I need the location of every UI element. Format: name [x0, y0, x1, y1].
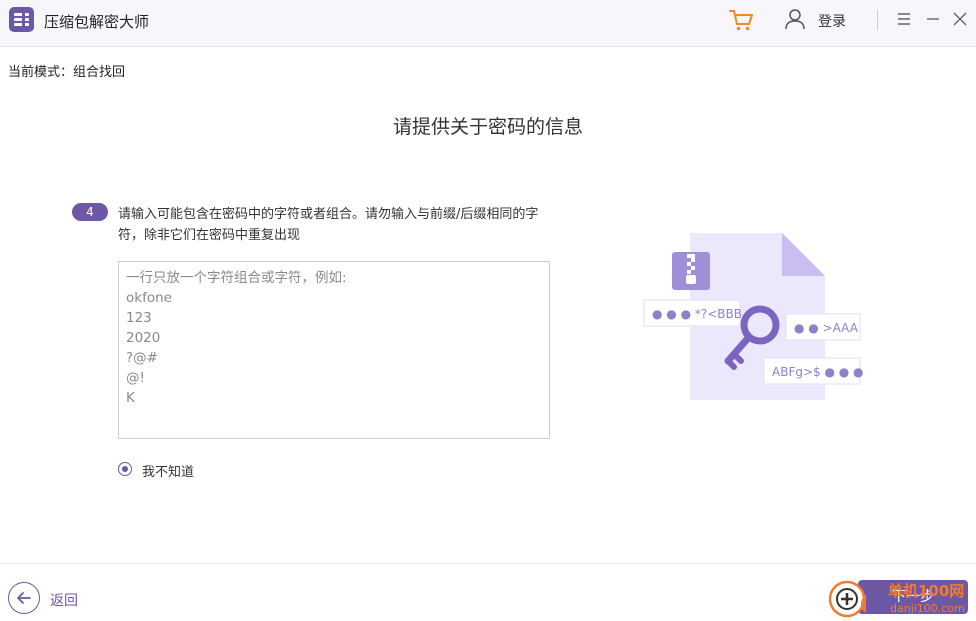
menu-icon[interactable] — [897, 12, 911, 26]
back-arrow-icon — [17, 592, 31, 604]
input-line: K — [126, 390, 135, 406]
app-window: 压缩包解密大师 登录 当前模式：组合找回 请提供关于密码的信息 4 请输入可能包… — [0, 0, 976, 621]
step-badge: 4 — [72, 203, 108, 221]
input-line: okfone — [126, 290, 172, 306]
cart-icon[interactable] — [728, 7, 754, 33]
step-instruction: 请输入可能包含在密码中的字符或者组合。请勿输入与前缀/后缀相同的字符，除非它们在… — [118, 207, 539, 243]
input-line: @! — [126, 370, 145, 386]
app-title: 压缩包解密大师 — [44, 13, 150, 31]
illustration-tag-1: ● ● ● *?<BBB — [652, 307, 742, 321]
key-file-illustration: ● ● ● *?<BBB ● ● >AAA ABFg>$ ● ● ● — [643, 233, 864, 400]
watermark: 单机100网 danji100.com — [828, 578, 976, 621]
title-bar: 压缩包解密大师 登录 — [0, 0, 976, 47]
input-line: ?@# — [126, 350, 158, 366]
login-button[interactable]: 登录 — [818, 11, 846, 31]
footer-divider — [0, 563, 976, 564]
page-title: 请提供关于密码的信息 — [392, 116, 583, 138]
dont-know-label: 我不知道 — [142, 465, 195, 480]
back-label[interactable]: 返回 — [50, 590, 78, 610]
current-mode-label: 当前模式：组合找回 — [8, 65, 126, 80]
input-line: 123 — [126, 310, 152, 326]
illustration-tag-2: ● ● >AAA — [794, 321, 859, 335]
radio-button[interactable] — [118, 462, 132, 476]
back-button[interactable] — [8, 582, 40, 614]
titlebar-divider — [877, 10, 878, 30]
character-combination-input[interactable]: 一行只放一个字符组合或字符，例如: okfone 123 2020 ?@# @!… — [118, 261, 550, 439]
watermark-logo-icon — [828, 580, 866, 618]
watermark-url: danji100.com — [890, 602, 965, 615]
input-line: 一行只放一个字符组合或字符，例如: — [126, 270, 347, 286]
watermark-text: 单机100网 — [888, 582, 965, 600]
zip-file-icon — [672, 252, 710, 290]
close-icon[interactable] — [953, 12, 967, 26]
app-logo-icon — [9, 7, 34, 32]
illustration-tag-3: ABFg>$ ● ● ● — [772, 365, 864, 379]
user-icon[interactable] — [784, 7, 806, 31]
minimize-icon[interactable] — [926, 12, 940, 26]
input-line: 2020 — [126, 330, 161, 346]
